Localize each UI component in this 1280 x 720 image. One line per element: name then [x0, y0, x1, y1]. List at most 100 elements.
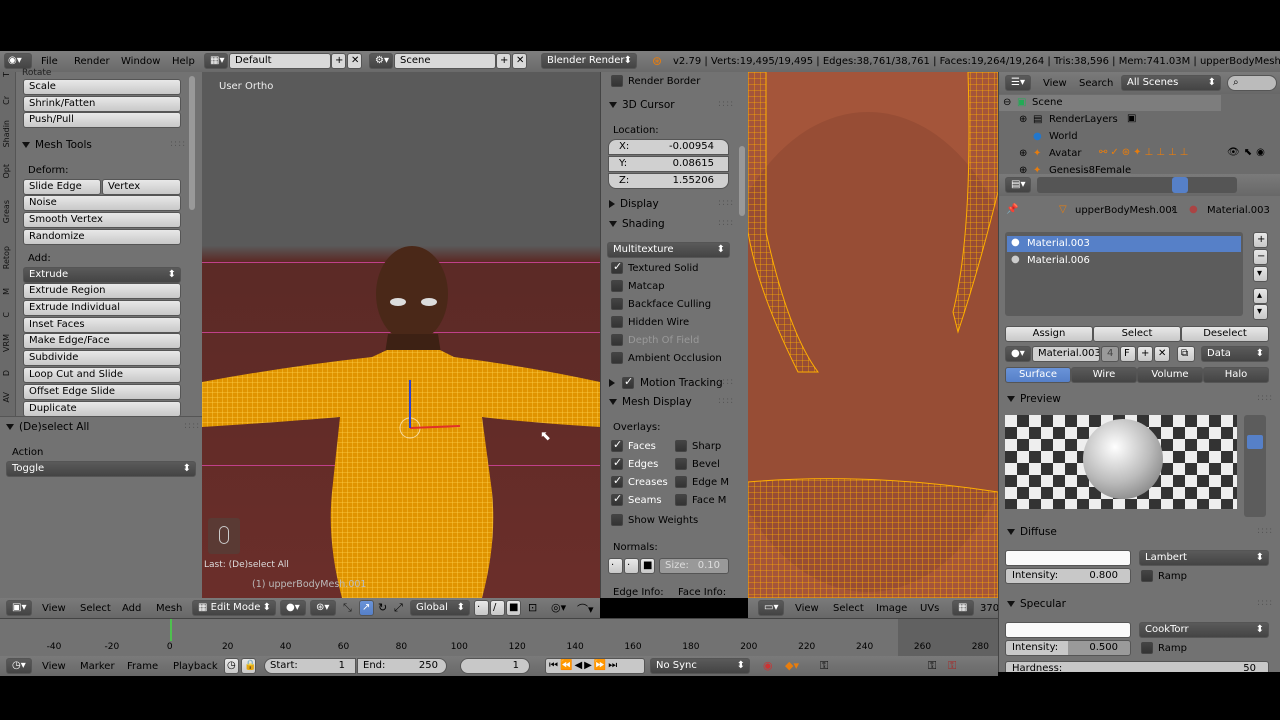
start-frame-field[interactable]: Start: 1 — [264, 658, 356, 674]
specular-intensity-field[interactable]: Intensity: 0.500 — [1005, 640, 1131, 656]
image-browse-icon[interactable]: ▦ — [952, 600, 974, 616]
add-tool-button[interactable]: Inset Faces — [23, 316, 181, 333]
add-tool-button[interactable]: Duplicate — [23, 400, 181, 417]
shading-option-checkbox[interactable] — [611, 316, 623, 328]
tool-tab[interactable]: C — [2, 312, 14, 318]
outliner-row-genesis8female[interactable]: ⊕ ✦ Genesis8Female — [999, 163, 1280, 174]
drag-grip-icon[interactable]: :::: — [718, 396, 734, 406]
timeline[interactable]: -40 -20 0 20 40 60 80 100 120 140 160 180 200 220 240 2… — [0, 618, 998, 656]
current-frame-indicator[interactable] — [170, 619, 172, 641]
push-pull-button[interactable]: Push/Pull — [23, 112, 181, 128]
add-tool-button[interactable]: Extrude Individual — [23, 299, 181, 316]
add-tool-button[interactable]: Extrude Region — [23, 283, 181, 299]
menu-file[interactable]: File — [41, 56, 58, 67]
keyframe-icon[interactable]: ⚿ — [820, 659, 828, 673]
show-weights-checkbox[interactable] — [611, 514, 623, 526]
insert-key-icon[interactable]: ⚿ — [928, 659, 936, 673]
add-scene-icon[interactable]: + — [496, 53, 511, 69]
tab-halo[interactable]: Halo — [1203, 367, 1269, 383]
drag-grip-icon[interactable]: :::: — [718, 218, 734, 228]
material-slot-list[interactable]: ● Material.003 ● Material.006 — [1005, 232, 1243, 316]
tab-surface[interactable]: Surface — [1005, 367, 1071, 383]
outliner-row-world[interactable]: ● World — [999, 129, 1280, 145]
editor-type-button[interactable]: ◉▾ — [4, 53, 32, 69]
material-slot-row[interactable]: ● Material.003 — [1007, 236, 1241, 252]
drag-grip-icon[interactable]: :::: — [718, 198, 734, 208]
drag-grip-icon[interactable]: :::: — [1257, 598, 1273, 608]
uv-image-editor[interactable] — [748, 72, 998, 598]
users-count[interactable]: 4 — [1101, 346, 1119, 362]
diffuse-color-field[interactable] — [1005, 550, 1131, 566]
lock-icon[interactable]: 🔒 — [241, 658, 256, 674]
overlay-checkbox[interactable] — [611, 474, 623, 488]
drag-grip-icon[interactable]: :::: — [718, 99, 734, 109]
playback-controls[interactable]: ⏮⏪◀▶⏩⏭ — [545, 658, 645, 674]
tab-volume[interactable]: Volume — [1137, 367, 1203, 383]
menu-uvs[interactable]: UVs — [920, 603, 939, 614]
overlay-checkbox[interactable] — [611, 456, 623, 470]
assign-button[interactable]: Assign — [1005, 326, 1093, 342]
menu-select[interactable]: Select — [80, 603, 111, 614]
remove-slot-icon[interactable]: − — [1253, 249, 1268, 265]
editor-type-button[interactable]: ◷▾ — [6, 658, 32, 674]
add-slot-icon[interactable]: + — [1253, 232, 1268, 248]
mesh-tools-header[interactable]: Mesh Tools — [22, 139, 92, 151]
tool-tab[interactable]: Shadin — [2, 120, 14, 147]
pivot-button[interactable]: ⊛▾ — [310, 600, 336, 616]
drag-grip-icon[interactable]: :::: — [184, 421, 200, 431]
menu-image[interactable]: Image — [876, 603, 907, 614]
tool-tab[interactable]: Greas — [2, 200, 14, 223]
toolshelf-scrollbar[interactable] — [189, 76, 195, 210]
unlink-icon[interactable]: ✕ — [1154, 346, 1170, 362]
diffuse-header[interactable]: Diffuse — [1007, 526, 1057, 538]
current-frame-field[interactable]: 1 — [460, 658, 530, 674]
menu-marker[interactable]: Marker — [80, 661, 115, 672]
drag-grip-icon[interactable]: :::: — [1257, 393, 1273, 403]
occlude-icon[interactable]: ⊡ — [528, 601, 537, 614]
display-header[interactable]: Display — [609, 198, 659, 210]
npanel-scrollbar[interactable] — [739, 146, 745, 216]
scale-icon[interactable]: ⤢ — [394, 601, 403, 615]
delete-key-icon[interactable]: ⚿ — [948, 659, 956, 673]
specular-shader-select[interactable]: CookTorr ⬍ — [1139, 622, 1269, 638]
tool-tab[interactable]: Retop — [2, 246, 14, 269]
smooth-vertex-button[interactable]: Smooth Vertex — [23, 212, 181, 228]
tool-tab[interactable]: Cr — [2, 96, 14, 105]
specular-ramp-checkbox[interactable] — [1141, 642, 1153, 654]
expand-icon[interactable]: ⊕ — [1019, 114, 1027, 125]
editor-type-button[interactable]: ☰▾ — [1005, 75, 1031, 91]
menu-view[interactable]: View — [42, 661, 66, 672]
link-data-select[interactable]: Data ⬍ — [1201, 346, 1269, 362]
motion-tracking-header[interactable]: Motion Tracking — [609, 377, 723, 389]
keying-set-icon[interactable]: ◆▾ — [785, 659, 799, 672]
mesh-display-header[interactable]: Mesh Display — [609, 396, 692, 408]
tool-tab[interactable]: D — [2, 370, 14, 376]
specular-header[interactable]: Specular — [1007, 598, 1066, 610]
loop-normals-icon[interactable]: · — [624, 558, 639, 574]
add-tool-button[interactable]: Offset Edge Slide — [23, 383, 181, 400]
manipulator-icon[interactable]: ⤡ — [343, 601, 352, 615]
normal-size-field[interactable]: Size: 0.10 — [659, 558, 729, 574]
fake-user-button[interactable]: F — [1120, 346, 1136, 362]
menu-view[interactable]: View — [795, 603, 819, 614]
editor-type-button[interactable]: ▣▾ — [6, 600, 32, 616]
overlay-checkbox[interactable] — [611, 438, 623, 452]
drag-grip-icon[interactable]: :::: — [170, 139, 186, 149]
shading-option-checkbox[interactable] — [611, 280, 623, 292]
visibility-icons[interactable]: 👁⬉◉ — [1227, 147, 1269, 158]
add-tool-button[interactable]: Subdivide — [23, 350, 181, 367]
translate-icon[interactable]: ↗ — [359, 600, 374, 616]
tab-wire[interactable]: Wire — [1071, 367, 1137, 383]
face-normals-icon[interactable]: ■ — [640, 558, 655, 574]
edge-select-icon[interactable]: / — [490, 600, 505, 616]
diffuse-shader-select[interactable]: Lambert ⬍ — [1139, 550, 1269, 566]
slot-menu-icon[interactable]: ▾ — [1253, 266, 1268, 282]
move-up-icon[interactable]: ▴ — [1253, 288, 1268, 304]
editor-type-button[interactable]: ▤▾ — [1005, 177, 1031, 193]
tool-tab[interactable]: M — [2, 288, 14, 295]
material-name-field[interactable]: Material.003 — [1032, 346, 1100, 362]
diffuse-ramp-checkbox[interactable] — [1141, 570, 1153, 582]
falloff-icon[interactable]: ⌒▾ — [577, 601, 594, 617]
tool-tab[interactable]: VRM — [2, 334, 14, 352]
orientation-select[interactable]: Global ⬍ — [410, 600, 470, 616]
